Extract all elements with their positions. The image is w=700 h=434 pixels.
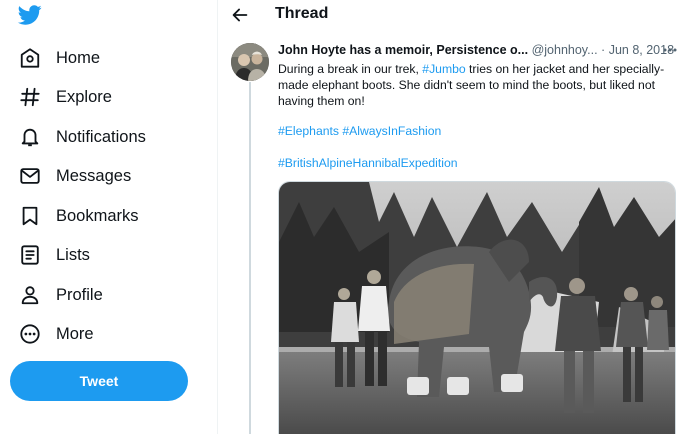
hashtag-line: #BritishAlpineHannibalExpedition (278, 156, 458, 170)
thread-header: Thread (219, 0, 700, 30)
sidebar-item-notifications[interactable]: Notifications (18, 121, 146, 153)
sidebar: Home Explore Notifications Messages Book… (0, 0, 218, 434)
person-icon (18, 283, 42, 307)
avatar[interactable] (231, 43, 269, 81)
tweet-text: During a break in our trek, #Jumbo tries… (278, 61, 673, 109)
sidebar-item-label: Explore (56, 87, 112, 106)
tweet-photo[interactable] (278, 181, 676, 434)
sidebar-item-explore[interactable]: Explore (18, 81, 112, 113)
hashtag-link[interactable]: #AlwaysInFashion (342, 124, 441, 138)
sidebar-item-messages[interactable]: Messages (18, 160, 131, 192)
more-options-icon[interactable] (663, 44, 677, 56)
hashtag-line: #Elephants #AlwaysInFashion (278, 124, 441, 138)
more-circle-icon (18, 322, 42, 346)
hashtag-link[interactable]: #Jumbo (422, 62, 465, 76)
sidebar-item-profile[interactable]: Profile (18, 279, 103, 311)
tweet-text-part: During a break in our trek, (278, 62, 423, 76)
sidebar-item-label: Profile (56, 285, 103, 304)
sidebar-item-label: Lists (56, 245, 90, 264)
bell-icon (18, 125, 42, 149)
tweet-button[interactable]: Tweet (10, 361, 188, 401)
tweet-header: John Hoyte has a memoir, Persistence o..… (278, 43, 688, 59)
sidebar-item-label: Messages (56, 166, 132, 185)
bookmark-icon (18, 204, 42, 228)
thread-connector-line (249, 82, 251, 434)
sidebar-item-label: Notifications (56, 127, 146, 146)
sidebar-item-more[interactable]: More (18, 318, 94, 350)
sidebar-item-lists[interactable]: Lists (18, 239, 90, 271)
sidebar-item-label: More (56, 324, 94, 343)
sidebar-item-home[interactable]: Home (18, 42, 100, 74)
list-icon (18, 243, 42, 267)
page-title: Thread (275, 5, 329, 22)
separator-dot: · (601, 43, 606, 57)
hashtag-link[interactable]: #Elephants (278, 124, 339, 138)
twitter-bird-icon[interactable] (16, 3, 44, 27)
sidebar-item-bookmarks[interactable]: Bookmarks (18, 200, 139, 232)
back-arrow-icon[interactable] (229, 4, 251, 26)
sidebar-item-label: Bookmarks (56, 206, 139, 225)
envelope-icon (18, 164, 42, 188)
hashtag-icon (18, 85, 42, 109)
hashtag-link[interactable]: #BritishAlpineHannibalExpedition (278, 156, 458, 170)
author-name[interactable]: John Hoyte has a memoir, Persistence o..… (278, 43, 528, 57)
sidebar-item-label: Home (56, 48, 101, 67)
author-handle[interactable]: @johnhoy... (532, 43, 598, 57)
home-icon (18, 46, 42, 70)
